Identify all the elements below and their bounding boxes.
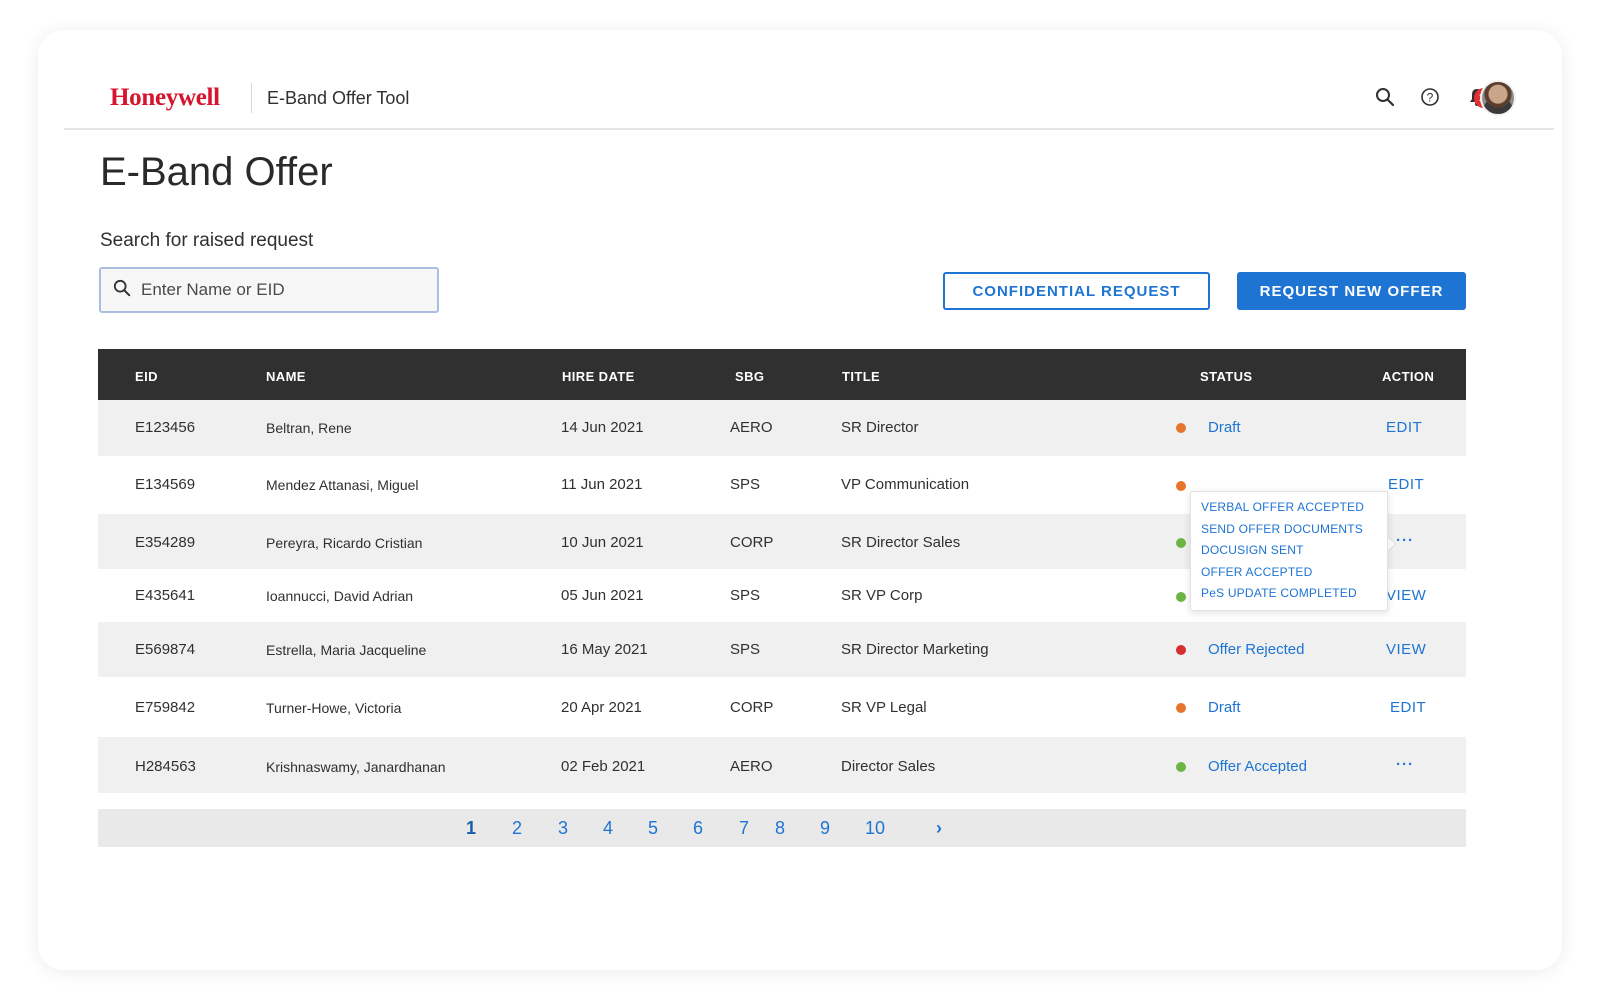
- cell-name: Pereyra, Ricardo Cristian: [266, 535, 423, 551]
- cell-sbg: SPS: [730, 476, 761, 493]
- cell-name: Mendez Attanasi, Miguel: [266, 477, 419, 493]
- app-title: E-Band Offer Tool: [267, 88, 410, 108]
- menu-item-send-offer-documents[interactable]: SEND OFFER DOCUMENTS: [1201, 519, 1387, 541]
- page-6[interactable]: 6: [693, 818, 703, 839]
- search-field[interactable]: [99, 267, 439, 313]
- search-label: Search for raised request: [100, 230, 314, 251]
- help-icon[interactable]: ?: [1417, 84, 1443, 110]
- cell-sbg: CORP: [730, 699, 774, 716]
- status-dot: [1176, 762, 1186, 772]
- cell-eid: H284563: [135, 758, 196, 775]
- page-4[interactable]: 4: [603, 818, 613, 839]
- cell-title: Director Sales: [841, 758, 936, 775]
- svg-text:?: ?: [1427, 91, 1434, 105]
- status-link[interactable]: Draft: [1208, 419, 1241, 436]
- page-8[interactable]: 8: [775, 818, 785, 839]
- table-header: EID NAME HIRE DATE SBG TITLE STATUS ACTI…: [98, 349, 1466, 400]
- cell-title: SR Director: [841, 419, 919, 436]
- header-hire-date[interactable]: HIRE DATE: [562, 369, 635, 384]
- cell-sbg: SPS: [730, 641, 761, 658]
- cell-title: SR VP Corp: [841, 587, 923, 604]
- status-dot: [1176, 423, 1186, 433]
- confidential-request-button[interactable]: CONFIDENTIAL REQUEST: [943, 272, 1210, 310]
- status-dot: [1176, 592, 1186, 602]
- top-header: Honeywell E-Band Offer Tool ? 12: [64, 74, 1554, 130]
- status-dot: [1176, 481, 1186, 491]
- cell-sbg: SPS: [730, 587, 761, 604]
- edit-button[interactable]: EDIT: [1390, 699, 1426, 716]
- header-eid[interactable]: EID: [135, 369, 158, 384]
- cell-hire-date: 14 Jun 2021: [561, 419, 644, 436]
- cell-hire-date: 02 Feb 2021: [561, 758, 646, 775]
- header-name[interactable]: NAME: [266, 369, 306, 384]
- table-row: E759842 Turner-Howe, Victoria 20 Apr 202…: [98, 677, 1466, 737]
- page-1[interactable]: 1: [466, 818, 476, 839]
- cell-sbg: CORP: [730, 534, 774, 551]
- cell-eid: E123456: [135, 419, 196, 436]
- cell-hire-date: 16 May 2021: [561, 641, 648, 658]
- status-link[interactable]: Offer Rejected: [1208, 641, 1304, 658]
- more-actions-button[interactable]: ···: [1396, 532, 1414, 549]
- next-page-chevron-icon[interactable]: ›: [936, 818, 942, 839]
- more-actions-button[interactable]: ···: [1396, 756, 1414, 773]
- cell-hire-date: 10 Jun 2021: [561, 534, 644, 551]
- table-row: E569874 Estrella, Maria Jacqueline 16 Ma…: [98, 622, 1466, 677]
- header-action[interactable]: ACTION: [1382, 369, 1434, 384]
- status-dot: [1176, 645, 1186, 655]
- cell-eid: E354289: [135, 534, 196, 551]
- cell-eid: E134569: [135, 476, 196, 493]
- menu-item-verbal-offer-accepted[interactable]: VERBAL OFFER ACCEPTED: [1201, 497, 1387, 519]
- table-row: H284563 Krishnaswamy, Janardhanan 02 Feb…: [98, 737, 1466, 793]
- search-input[interactable]: [141, 280, 421, 300]
- cell-name: Ioannucci, David Adrian: [266, 588, 414, 604]
- header-status[interactable]: STATUS: [1200, 369, 1252, 384]
- cell-hire-date: 11 Jun 2021: [561, 476, 643, 493]
- cell-name: Turner-Howe, Victoria: [266, 700, 402, 716]
- cell-name: Krishnaswamy, Janardhanan: [266, 759, 446, 775]
- page-9[interactable]: 9: [820, 818, 830, 839]
- view-button[interactable]: VIEW: [1386, 587, 1426, 604]
- status-dot: [1176, 538, 1186, 548]
- cell-sbg: AERO: [730, 419, 773, 436]
- edit-button[interactable]: EDIT: [1386, 419, 1422, 436]
- page-title: E-Band Offer: [100, 150, 333, 194]
- search-icon: [113, 279, 131, 302]
- status-dot: [1176, 703, 1186, 713]
- cell-title: VP Communication: [841, 476, 970, 493]
- menu-item-offer-accepted[interactable]: OFFER ACCEPTED: [1201, 562, 1387, 584]
- cell-title: SR Director Marketing: [841, 641, 989, 658]
- header-divider: [251, 83, 252, 113]
- cell-hire-date: 05 Jun 2021: [561, 587, 644, 604]
- pagination: 1 2 3 4 5 6 7 8 9 10 ›: [98, 809, 1466, 847]
- cell-title: SR VP Legal: [841, 699, 927, 716]
- cell-name: Estrella, Maria Jacqueline: [266, 642, 427, 658]
- cell-eid: E435641: [135, 587, 196, 604]
- page-7[interactable]: 7: [739, 818, 749, 839]
- table-row: E123456 Beltran, Rene 14 Jun 2021 AERO S…: [98, 400, 1466, 456]
- header-title[interactable]: TITLE: [842, 369, 880, 384]
- page-3[interactable]: 3: [558, 818, 568, 839]
- menu-item-pes-update-completed[interactable]: PeS UPDATE COMPLETED: [1201, 583, 1387, 605]
- cell-name: Beltran, Rene: [266, 420, 352, 436]
- cell-title: SR Director Sales: [841, 534, 961, 551]
- user-avatar[interactable]: [1480, 80, 1516, 116]
- request-new-offer-button[interactable]: REQUEST NEW OFFER: [1237, 272, 1466, 310]
- header-sbg[interactable]: SBG: [735, 369, 764, 384]
- menu-item-docusign-sent[interactable]: DOCUSIGN SENT: [1201, 540, 1387, 562]
- status-link[interactable]: Offer Accepted: [1208, 758, 1307, 775]
- page-10[interactable]: 10: [865, 818, 885, 839]
- cell-sbg: AERO: [730, 758, 773, 775]
- honeywell-logo[interactable]: Honeywell: [110, 84, 220, 112]
- view-button[interactable]: VIEW: [1386, 641, 1426, 658]
- page-5[interactable]: 5: [648, 818, 658, 839]
- cell-eid: E569874: [135, 641, 196, 658]
- cell-hire-date: 20 Apr 2021: [561, 699, 642, 716]
- edit-button[interactable]: EDIT: [1388, 476, 1424, 493]
- status-link[interactable]: Draft: [1208, 699, 1241, 716]
- cell-eid: E759842: [135, 699, 196, 716]
- status-dropdown: VERBAL OFFER ACCEPTED SEND OFFER DOCUMEN…: [1190, 491, 1388, 611]
- search-icon[interactable]: [1372, 84, 1398, 110]
- page-2[interactable]: 2: [512, 818, 522, 839]
